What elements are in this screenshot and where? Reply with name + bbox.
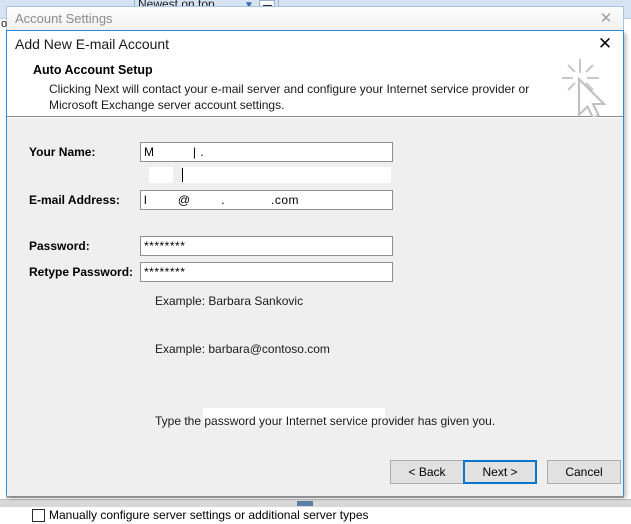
manual-config-label: Manually configure server settings or ad…: [49, 508, 369, 522]
next-button[interactable]: Next >: [463, 460, 537, 484]
password-input[interactable]: [140, 236, 393, 256]
password-hint: Type the password your Internet service …: [155, 414, 496, 428]
email-address-input[interactable]: [140, 190, 393, 210]
add-new-email-account-dialog: Add New E-mail Account ✕ Auto Account Se…: [6, 30, 624, 522]
account-settings-title: Account Settings: [15, 11, 113, 26]
redaction-mask: [149, 167, 173, 183]
password-label: Password:: [29, 239, 90, 253]
dialog-titlebar[interactable]: Add New E-mail Account ✕: [7, 31, 623, 58]
back-button[interactable]: < Back: [390, 460, 464, 484]
dialog-header: Auto Account Setup Clicking Next will co…: [7, 58, 623, 120]
sparkle-cursor-icon: [562, 59, 607, 120]
redaction-mask: [183, 167, 391, 183]
email-address-example: Example: barbara@contoso.com: [155, 342, 330, 356]
email-address-label: E-mail Address:: [29, 193, 120, 207]
field-row-your-name: Your Name:: [7, 142, 623, 183]
dialog-footer: < Back Next > Cancel: [7, 450, 623, 496]
retype-password-label: Retype Password:: [29, 265, 134, 279]
retype-password-input[interactable]: [140, 262, 393, 282]
page-title: Auto Account Setup: [33, 63, 153, 77]
your-name-example: Example: Barbara Sankovic: [155, 294, 304, 308]
field-row-email-address: E-mail Address:: [7, 190, 623, 279]
dialog-body: Your Name: Example: Barbara Sankovic E-m…: [7, 117, 623, 522]
background-window-bottom-edge: [0, 495, 631, 507]
cancel-button[interactable]: Cancel: [547, 460, 621, 484]
close-icon[interactable]: ✕: [597, 10, 615, 28]
manual-config-row[interactable]: Manually configure server settings or ad…: [32, 506, 369, 524]
text-caret: [182, 168, 183, 182]
manual-config-checkbox[interactable]: [32, 508, 45, 522]
field-row-password: Password:: [7, 236, 623, 258]
background-window-fragment: o: [1, 18, 8, 30]
your-name-input[interactable]: [140, 142, 393, 162]
account-settings-window[interactable]: Account Settings ✕: [6, 6, 624, 32]
dialog-title: Add New E-mail Account: [15, 36, 170, 52]
your-name-label: Your Name:: [29, 145, 96, 159]
page-description: Clicking Next will contact your e-mail s…: [49, 82, 530, 112]
close-icon[interactable]: ✕: [594, 33, 616, 55]
field-row-retype-password: Retype Password:: [7, 262, 623, 423]
